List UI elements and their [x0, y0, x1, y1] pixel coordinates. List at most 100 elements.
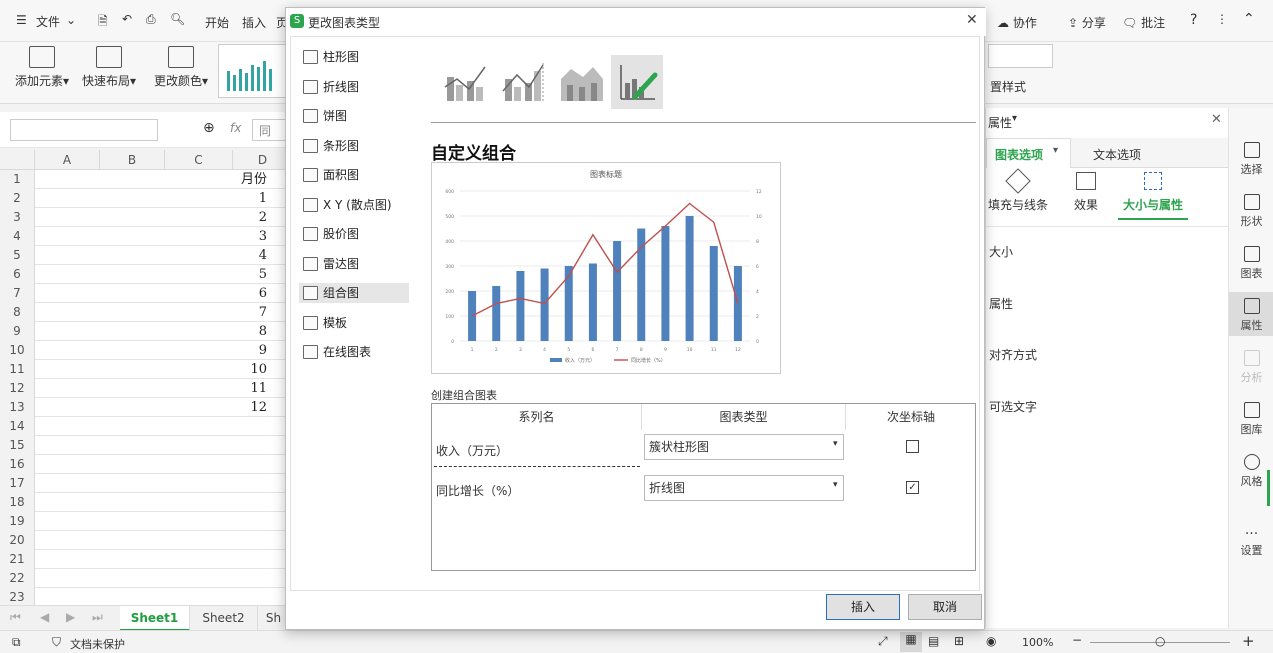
- tab-start[interactable]: 开始: [205, 14, 229, 31]
- change-color-button[interactable]: 更改颜色▾: [150, 46, 212, 89]
- row-number[interactable]: 9: [0, 322, 35, 341]
- section-size[interactable]: 大小: [989, 243, 1013, 260]
- table-row[interactable]: 32: [0, 208, 290, 227]
- series-2-secondary-checkbox[interactable]: ✓: [906, 481, 919, 494]
- chart-style-gallery[interactable]: [218, 44, 286, 98]
- page-break-icon[interactable]: ⊞: [954, 634, 964, 648]
- help-icon[interactable]: ?: [1190, 12, 1197, 28]
- row-number[interactable]: 16: [0, 455, 35, 474]
- combo-thumb-2[interactable]: [499, 57, 547, 107]
- dialog-close-icon[interactable]: ✕: [966, 12, 978, 28]
- cancel-button[interactable]: 取消: [908, 594, 982, 620]
- chart-category-item[interactable]: 股价图: [299, 224, 409, 244]
- table-row[interactable]: 21: [0, 189, 290, 208]
- cell-d[interactable]: 月份: [165, 170, 285, 189]
- doc-protect-status[interactable]: 文档未保护: [70, 636, 125, 652]
- section-prop[interactable]: 属性: [989, 295, 1013, 312]
- prev-sheet-icon[interactable]: ◀: [40, 610, 49, 624]
- tab-text-options[interactable]: 文本选项: [1071, 138, 1229, 168]
- more-icon[interactable]: ⋮: [1216, 12, 1228, 26]
- table-row[interactable]: 54: [0, 246, 290, 265]
- row-number[interactable]: 7: [0, 284, 35, 303]
- tab-insert[interactable]: 插入: [242, 14, 266, 31]
- sheet-status-icon[interactable]: ⧉: [12, 635, 21, 650]
- table-row[interactable]: 22: [0, 569, 290, 588]
- share-button[interactable]: ⇪ 分享: [1068, 14, 1106, 31]
- col-header-b[interactable]: B: [100, 150, 165, 170]
- side-analyze-button[interactable]: 分析: [1229, 350, 1273, 385]
- row-number[interactable]: 22: [0, 569, 35, 588]
- table-row[interactable]: 20: [0, 531, 290, 550]
- row-number[interactable]: 17: [0, 474, 35, 493]
- add-element-button[interactable]: 添加元素▾: [12, 46, 72, 89]
- section-alt-text[interactable]: 可选文字: [989, 398, 1037, 415]
- side-settings-button[interactable]: ··· 设置: [1229, 526, 1273, 558]
- chart-category-item[interactable]: 面积图: [299, 165, 409, 185]
- side-prop-button[interactable]: 属性: [1229, 292, 1273, 336]
- cell-d[interactable]: 11: [165, 379, 285, 398]
- row-number[interactable]: 21: [0, 550, 35, 569]
- chart-category-item[interactable]: 雷达图: [299, 254, 409, 274]
- chart-category-item[interactable]: 组合图: [299, 283, 409, 303]
- collapse-icon[interactable]: ⌃: [1243, 11, 1255, 27]
- chevron-down-icon[interactable]: ⌄: [66, 13, 76, 27]
- table-row[interactable]: 19: [0, 512, 290, 531]
- series-2-type-select[interactable]: 折线图 ▾: [644, 475, 844, 501]
- row-number[interactable]: 11: [0, 360, 35, 379]
- chart-category-item[interactable]: 柱形图: [299, 47, 409, 67]
- normal-view-icon[interactable]: ▦: [900, 632, 922, 652]
- zoom-slider-handle[interactable]: ○: [1155, 634, 1165, 648]
- side-shape-button[interactable]: 形状: [1229, 194, 1273, 229]
- chart-category-item[interactable]: 饼图: [299, 106, 409, 126]
- chart-category-item[interactable]: X Y (散点图): [299, 195, 409, 215]
- close-icon[interactable]: ✕: [1211, 112, 1222, 127]
- table-row[interactable]: 98: [0, 322, 290, 341]
- zoom-out-icon[interactable]: −: [1072, 633, 1082, 647]
- quick-layout-button[interactable]: 快速布局▾: [78, 46, 140, 89]
- table-row[interactable]: 12 11: [0, 379, 290, 398]
- col-header-d[interactable]: D: [233, 150, 293, 170]
- row-number[interactable]: 5: [0, 246, 35, 265]
- fullscreen-icon[interactable]: ⤢: [878, 634, 888, 649]
- row-number[interactable]: 1: [0, 170, 35, 189]
- row-number[interactable]: 2: [0, 189, 35, 208]
- row-number[interactable]: 10: [0, 341, 35, 360]
- undo-icon[interactable]: ↶: [122, 12, 132, 26]
- row-number[interactable]: 4: [0, 227, 35, 246]
- table-row[interactable]: 65: [0, 265, 290, 284]
- table-row[interactable]: 16: [0, 455, 290, 474]
- combo-thumb-custom-selected[interactable]: [611, 55, 663, 109]
- zoom-level[interactable]: 100%: [1022, 636, 1053, 649]
- col-header-a[interactable]: A: [35, 150, 100, 170]
- save-icon[interactable]: 🗎: [98, 12, 108, 33]
- collab-button[interactable]: ☁ 协作: [997, 14, 1037, 31]
- table-row[interactable]: 10 9: [0, 341, 290, 360]
- table-row[interactable]: 14: [0, 417, 290, 436]
- table-row[interactable]: 17: [0, 474, 290, 493]
- fx-label[interactable]: fx: [230, 121, 241, 135]
- series-1-secondary-checkbox[interactable]: [906, 440, 919, 453]
- cell-d[interactable]: 10: [165, 360, 285, 379]
- cell-d[interactable]: 8: [165, 322, 285, 341]
- col-header-c[interactable]: C: [165, 150, 233, 170]
- table-row[interactable]: 76: [0, 284, 290, 303]
- chart-category-item[interactable]: 折线图: [299, 77, 409, 97]
- row-number[interactable]: 14: [0, 417, 35, 436]
- eye-icon[interactable]: ◉: [986, 634, 996, 648]
- chart-category-item[interactable]: 在线图表: [299, 342, 409, 362]
- row-number[interactable]: 19: [0, 512, 35, 531]
- chart-category-item[interactable]: 条形图: [299, 136, 409, 156]
- row-number[interactable]: 8: [0, 303, 35, 322]
- print-icon[interactable]: ⎙: [146, 12, 156, 27]
- side-select-button[interactable]: 选择: [1229, 142, 1273, 177]
- cell-d[interactable]: 9: [165, 341, 285, 360]
- dialog-titlebar[interactable]: S 更改图表类型 ✕: [286, 8, 986, 36]
- row-number[interactable]: 6: [0, 265, 35, 284]
- page-view-icon[interactable]: ▤: [928, 634, 939, 648]
- table-row[interactable]: 43: [0, 227, 290, 246]
- row-number[interactable]: 12: [0, 379, 35, 398]
- table-row[interactable]: 21: [0, 550, 290, 569]
- table-row[interactable]: 15: [0, 436, 290, 455]
- tab-chart-options[interactable]: 图表选项 ▾: [986, 138, 1071, 168]
- cell-d[interactable]: 6: [165, 284, 285, 303]
